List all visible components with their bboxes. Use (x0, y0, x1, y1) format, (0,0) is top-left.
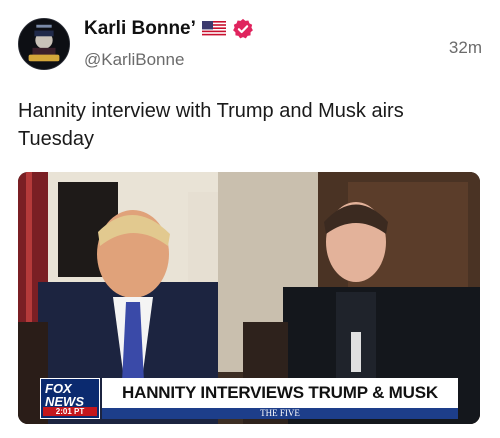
author-name-text: Karli Bonne’ (84, 18, 196, 39)
us-flag-icon (201, 21, 226, 37)
verified-badge-icon (232, 18, 254, 40)
social-post: Karli Bonne’ @KarliBonne 32m Hannity int… (0, 0, 500, 438)
news-chyron: FOX NEWS 2:01 PT HANNITY INTERVIEWS TRUM… (40, 378, 458, 419)
post-timestamp[interactable]: 32m (449, 38, 482, 58)
avatar-icon (19, 19, 69, 69)
author-handle[interactable]: @KarliBonne (84, 50, 184, 70)
chyron-headline: HANNITY INTERVIEWS TRUMP & MUSK (102, 378, 458, 408)
broadcast-time: 2:01 PT (43, 407, 97, 416)
author-avatar[interactable] (18, 18, 70, 70)
author-display-name[interactable]: Karli Bonne’ (84, 18, 254, 40)
post-text: Hannity interview with Trump and Musk ai… (18, 100, 404, 150)
chyron-show-name: THE FIVE (102, 408, 458, 419)
fox-news-logo: FOX NEWS 2:01 PT (40, 378, 100, 419)
post-media-image[interactable]: FOX NEWS 2:01 PT HANNITY INTERVIEWS TRUM… (18, 172, 480, 424)
